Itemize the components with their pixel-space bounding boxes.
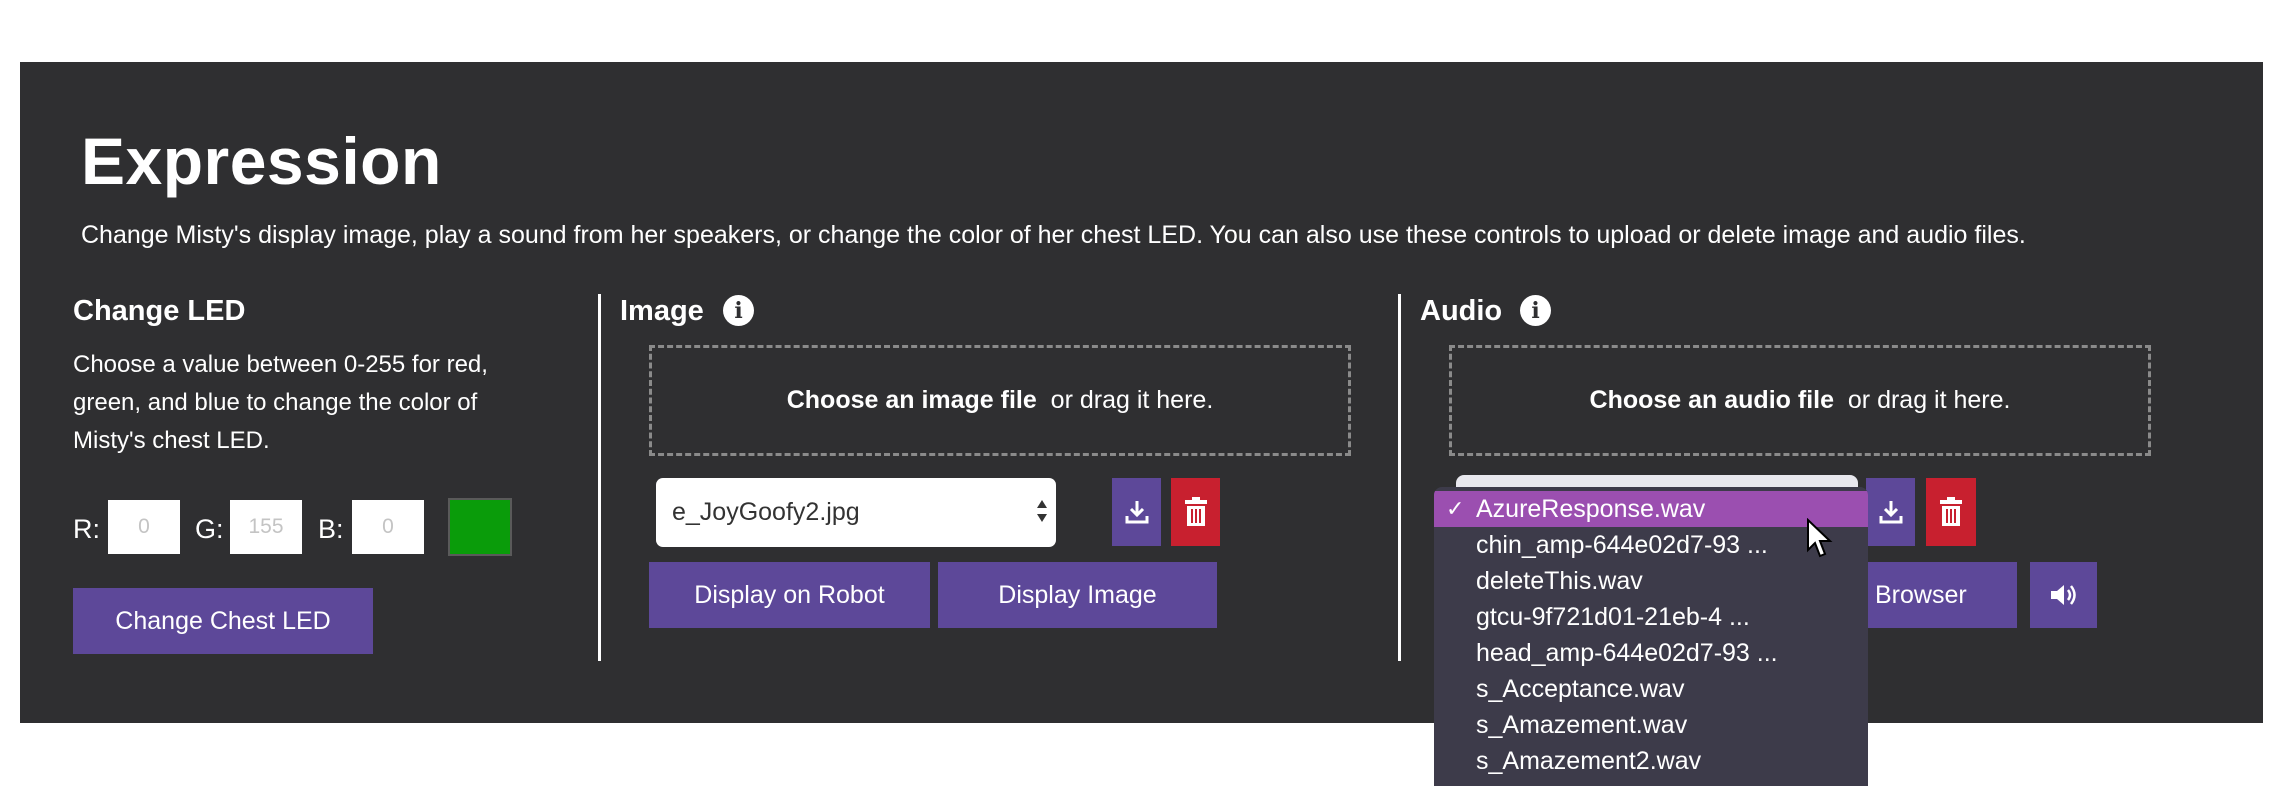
image-delete-button[interactable] — [1171, 478, 1220, 546]
image-download-button[interactable] — [1112, 478, 1161, 546]
g-input[interactable]: 155 — [230, 500, 302, 554]
checkmark-icon: ✓ — [1446, 496, 1465, 521]
speaker-icon — [2050, 585, 2076, 605]
download-icon — [1879, 501, 1902, 524]
audio-heading: Audio — [1420, 295, 1503, 327]
page-title: Expression — [81, 124, 442, 198]
led-description: Choose a value between 0-255 for red, gr… — [73, 351, 488, 454]
info-icon[interactable]: i — [723, 295, 754, 326]
led-heading: Change LED — [73, 295, 246, 327]
audio-option[interactable]: s_Amazement.wav — [1434, 707, 1868, 743]
audio-download-button[interactable] — [1866, 478, 1915, 546]
trash-icon — [1184, 497, 1207, 526]
info-icon[interactable]: i — [1520, 295, 1551, 326]
audio-drop-hint: or drag it here. — [1834, 386, 2011, 414]
download-icon — [1125, 501, 1148, 524]
trash-icon — [1940, 497, 1962, 526]
change-chest-led-button[interactable]: Change Chest LED — [73, 588, 373, 654]
audio-option[interactable]: ✓ AzureResponse.wav — [1434, 491, 1868, 527]
select-arrows-icon — [1037, 500, 1047, 522]
audio-option[interactable]: head_amp-644e02d7-93 ... — [1434, 635, 1868, 671]
r-label: R: — [73, 514, 100, 544]
image-choose-file-link[interactable]: Choose an image file — [787, 386, 1037, 415]
play-on-robot-button[interactable] — [2030, 562, 2097, 628]
audio-option[interactable]: s_Acceptance.wav — [1434, 671, 1868, 707]
audio-dropzone[interactable]: Choose an audio file or drag it here. — [1449, 345, 2151, 456]
display-on-robot-button[interactable]: Display on Robot — [649, 562, 930, 628]
audio-delete-button[interactable] — [1926, 478, 1976, 546]
led-color-swatch — [448, 498, 512, 556]
audio-file-dropdown[interactable]: ✓ AzureResponse.wav chin_amp-644e02d7-93… — [1434, 487, 1868, 786]
browser-label: Browser — [1875, 580, 1967, 609]
audio-option[interactable]: chin_amp-644e02d7-93 ... — [1434, 527, 1868, 563]
display-image-button[interactable]: Display Image — [938, 562, 1217, 628]
image-heading: Image — [620, 295, 704, 327]
image-drop-hint: or drag it here. — [1036, 386, 1214, 414]
audio-option[interactable]: s_Amazement2.wav — [1434, 743, 1868, 779]
g-label: G: — [195, 514, 224, 544]
image-file-select[interactable]: e_JoyGoofy2.jpg — [656, 478, 1056, 547]
cursor-icon — [1807, 518, 1833, 558]
b-label: B: — [318, 514, 344, 544]
r-input[interactable]: 0 — [108, 500, 180, 554]
image-dropzone[interactable]: Choose an image file or drag it here. — [649, 345, 1351, 456]
page-description: Change Misty's display image, play a sou… — [81, 221, 2026, 249]
divider-image-audio — [1398, 294, 1401, 661]
b-input[interactable]: 0 — [352, 500, 424, 554]
audio-option[interactable]: gtcu-9f721d01-21eb-4 ... — [1434, 599, 1868, 635]
divider-led-image — [598, 294, 601, 661]
image-selected-file: e_JoyGoofy2.jpg — [672, 498, 860, 526]
audio-option[interactable]: deleteThis.wav — [1434, 563, 1868, 599]
audio-choose-file-link[interactable]: Choose an audio file — [1590, 386, 1834, 415]
